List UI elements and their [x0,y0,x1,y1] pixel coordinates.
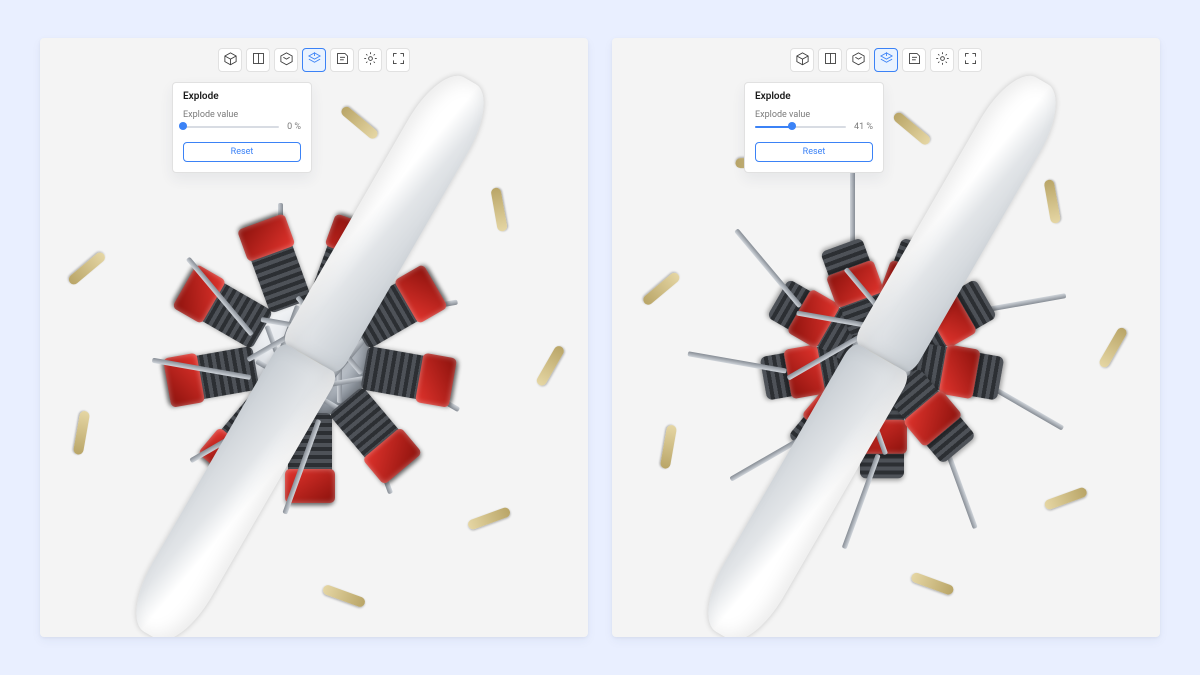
home-view-icon [795,51,810,69]
viewer-toolbar [218,48,410,72]
explode-panel-title: Explode [755,91,873,102]
measure-icon [279,51,294,69]
measure-button[interactable] [274,48,298,72]
section-view-button[interactable] [246,48,270,72]
settings-button[interactable] [358,48,382,72]
exhaust-pipe [1043,486,1088,510]
explode-panel-title: Explode [183,91,301,102]
settings-icon [363,51,378,69]
section-view-icon [251,51,266,69]
viewer-toolbar [790,48,982,72]
explode-reset-button[interactable]: Reset [183,142,301,162]
exhaust-pipe [322,584,367,608]
exhaust-pipe [892,111,932,147]
exhaust-pipe [910,571,955,595]
annotations-button[interactable] [902,48,926,72]
fullscreen-button[interactable] [958,48,982,72]
explode-button[interactable] [302,48,326,72]
explode-value-readout: 0 % [287,122,301,132]
explode-reset-button[interactable]: Reset [755,142,873,162]
fullscreen-icon [391,51,406,69]
home-view-icon [223,51,238,69]
viewer-left[interactable]: Explode Explode value 0 % Reset [40,38,588,637]
propeller [310,358,311,359]
propeller [882,358,883,359]
exhaust-pipe [73,410,90,455]
home-view-button[interactable] [790,48,814,72]
exhaust-pipe [660,424,677,469]
explode-icon [879,51,894,69]
exhaust-pipe [490,187,507,232]
settings-button[interactable] [930,48,954,72]
measure-icon [851,51,866,69]
explode-slider-label: Explode value [755,110,873,120]
explode-button[interactable] [874,48,898,72]
home-view-button[interactable] [218,48,242,72]
explode-slider[interactable] [755,125,846,129]
section-view-button[interactable] [818,48,842,72]
explode-panel: Explode Explode value 41 % Reset [744,82,884,173]
explode-icon [307,51,322,69]
cylinder-head [415,353,457,408]
fullscreen-icon [963,51,978,69]
exhaust-pipe [1098,326,1129,369]
explode-slider[interactable] [183,125,279,129]
viewer-right[interactable]: Explode Explode value 41 % Reset [612,38,1160,637]
annotations-icon [335,51,350,69]
fullscreen-button[interactable] [386,48,410,72]
section-view-icon [823,51,838,69]
exhaust-pipe [641,271,681,307]
annotations-icon [907,51,922,69]
exhaust-pipe [1044,179,1061,224]
settings-icon [935,51,950,69]
measure-button[interactable] [846,48,870,72]
exhaust-pipe [339,105,379,141]
exhaust-pipe [67,250,107,286]
exhaust-pipe [467,506,512,530]
exhaust-pipe [535,344,566,387]
explode-panel: Explode Explode value 0 % Reset [172,82,312,173]
annotations-button[interactable] [330,48,354,72]
explode-slider-label: Explode value [183,110,301,120]
explode-value-readout: 41 % [854,122,873,132]
